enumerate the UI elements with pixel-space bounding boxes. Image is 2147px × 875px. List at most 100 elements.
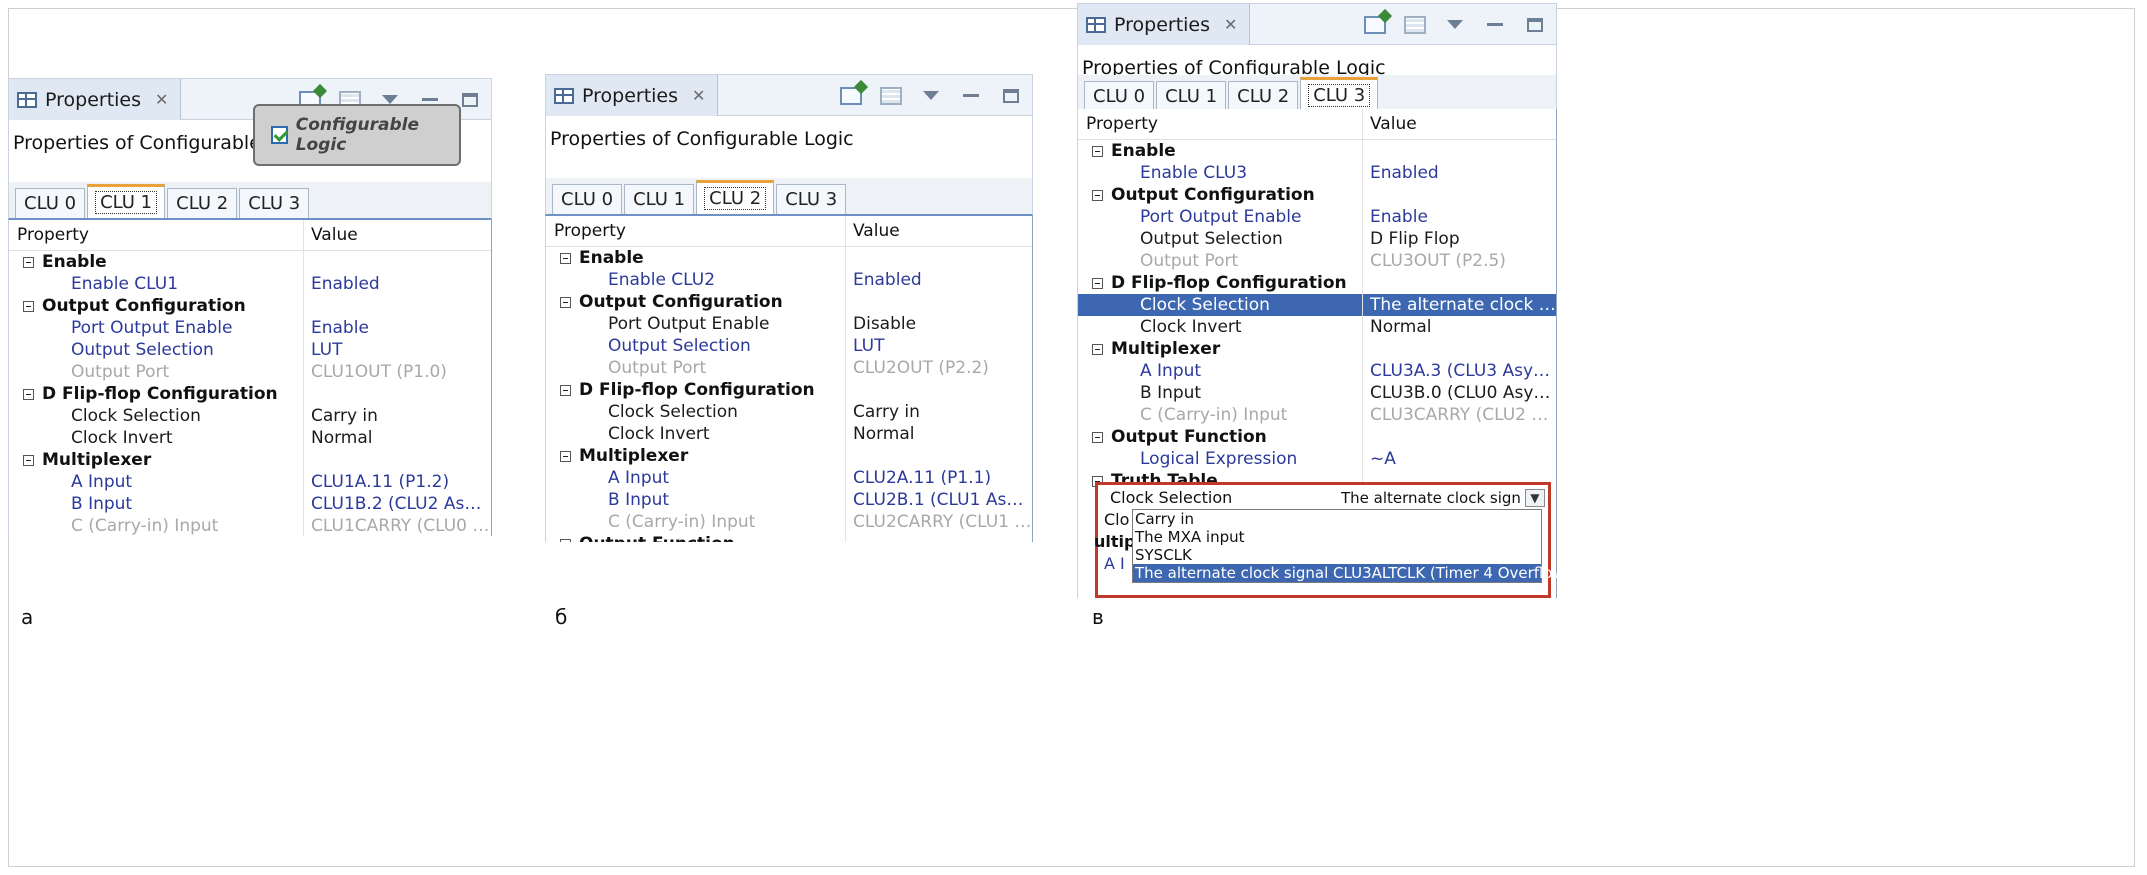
property-category[interactable]: Enable [9, 251, 491, 273]
filter-button[interactable] [1402, 14, 1428, 36]
property-row[interactable]: Port Output Enable Enable [9, 317, 491, 339]
property-value[interactable]: LUT [846, 335, 1032, 357]
property-value[interactable]: CLU1A.11 (P1.2) [304, 471, 491, 493]
property-row[interactable]: Output Port CLU1OUT (P1.0) [9, 361, 491, 383]
property-row[interactable]: Clock Invert Normal [546, 423, 1032, 445]
tab-clu-3[interactable]: CLU 3 [776, 184, 847, 214]
collapse-icon[interactable] [560, 450, 571, 462]
chevron-down-icon[interactable]: ▼ [1524, 489, 1545, 507]
collapse-icon[interactable] [23, 256, 34, 268]
minimize-button[interactable] [958, 85, 984, 107]
view-menu-button[interactable] [1442, 14, 1468, 36]
property-value[interactable]: ~A [1363, 448, 1556, 470]
dropdown-option[interactable]: The MXA input [1133, 528, 1541, 546]
property-value[interactable]: Carry in [846, 401, 1032, 423]
property-category[interactable]: D Flip-flop Configuration [1078, 272, 1556, 294]
collapse-icon[interactable] [23, 300, 34, 312]
collapse-icon[interactable] [560, 296, 571, 308]
property-row[interactable]: A Input CLU2A.11 (P1.1) [546, 467, 1032, 489]
property-row[interactable]: B InputCLU1B.2 (CLU2 Asynchro… [9, 493, 491, 515]
pin-to-selection-button[interactable] [1362, 14, 1388, 36]
collapse-icon[interactable] [560, 538, 571, 542]
tab-clu-2[interactable]: CLU 2 [167, 188, 238, 218]
property-category[interactable]: Multiplexer [1078, 338, 1556, 360]
dropdown-option[interactable]: SYSCLK [1133, 546, 1541, 564]
property-column-header[interactable]: Property [1078, 109, 1363, 139]
close-icon[interactable]: ✕ [692, 86, 705, 105]
property-value[interactable]: CLU1B.2 (CLU2 Asynchro… [304, 493, 491, 515]
collapse-icon[interactable] [23, 388, 34, 400]
properties-view-tab[interactable]: Properties ✕ [546, 75, 719, 116]
maximize-button[interactable] [1522, 14, 1548, 36]
property-value[interactable]: CLU1CARRY (CLU0 LUT … [304, 515, 491, 536]
property-row[interactable]: Port Output Enable Enable [1078, 206, 1556, 228]
tab-clu-3[interactable]: CLU 3 [1300, 77, 1379, 111]
property-value[interactable]: Enabled [846, 269, 1032, 291]
property-row[interactable]: Output Port CLU3OUT (P2.5) [1078, 250, 1556, 272]
property-row[interactable]: Output Selection LUT [546, 335, 1032, 357]
maximize-button[interactable] [998, 85, 1024, 107]
property-category[interactable]: Output Function [546, 533, 1032, 542]
property-category[interactable]: Output Function [1078, 426, 1556, 448]
property-row[interactable]: Output Selection D Flip Flop [1078, 228, 1556, 250]
tab-clu-0[interactable]: CLU 0 [552, 184, 623, 214]
property-row[interactable]: Port Output Enable Disable [546, 313, 1032, 335]
value-column-header[interactable]: Value [1363, 109, 1556, 139]
property-value[interactable]: Normal [1363, 316, 1556, 338]
property-value[interactable]: CLU1OUT (P1.0) [304, 361, 491, 383]
properties-view-tab[interactable]: Properties ✕ [1078, 4, 1251, 45]
property-row[interactable]: Clock Invert Normal [1078, 316, 1556, 338]
value-column-header[interactable]: Value [846, 216, 1032, 246]
pin-to-selection-button[interactable] [838, 85, 864, 107]
view-menu-button[interactable] [918, 85, 944, 107]
property-value[interactable]: Normal [846, 423, 1032, 445]
dropdown-option[interactable]: Carry in [1133, 510, 1541, 528]
property-row[interactable]: Clock SelectionThe alternate clock signa… [1078, 294, 1556, 316]
tab-clu-0[interactable]: CLU 0 [15, 188, 86, 218]
tab-clu-3[interactable]: CLU 3 [239, 188, 310, 218]
property-value[interactable]: Enabled [1363, 162, 1556, 184]
property-category[interactable]: Output Configuration [1078, 184, 1556, 206]
collapse-icon[interactable] [560, 252, 571, 264]
tab-clu-1[interactable]: CLU 1 [87, 184, 166, 218]
property-value[interactable]: CLU2B.1 (CLU1 Asynchro… [846, 489, 1032, 511]
minimize-button[interactable] [1482, 14, 1508, 36]
property-category[interactable]: Output Configuration [9, 295, 491, 317]
collapse-icon[interactable] [1092, 145, 1103, 157]
close-icon[interactable]: ✕ [1224, 15, 1237, 34]
property-category[interactable]: Multiplexer [546, 445, 1032, 467]
property-category[interactable]: D Flip-flop Configuration [546, 379, 1032, 401]
property-value[interactable]: CLU2A.11 (P1.1) [846, 467, 1032, 489]
property-row[interactable]: C (Carry-in) InputCLU3CARRY (CLU2 LUT … [1078, 404, 1556, 426]
property-value[interactable]: Carry in [304, 405, 491, 427]
property-value[interactable]: CLU3A.3 (CLU3 Asynchro… [1363, 360, 1556, 382]
property-column-header[interactable]: Property [9, 220, 304, 250]
property-value[interactable]: Enable [1363, 206, 1556, 228]
property-row[interactable]: A InputCLU3A.3 (CLU3 Asynchro… [1078, 360, 1556, 382]
property-value[interactable]: CLU2CARRY (CLU1 LUT … [846, 511, 1032, 533]
property-row[interactable]: C (Carry-in) InputCLU2CARRY (CLU1 LUT … [546, 511, 1032, 533]
property-value[interactable]: Disable [846, 313, 1032, 335]
collapse-icon[interactable] [1092, 343, 1103, 355]
filter-button[interactable] [878, 85, 904, 107]
property-row[interactable]: B InputCLU3B.0 (CLU0 Asynchro… [1078, 382, 1556, 404]
property-row[interactable]: A Input CLU1A.11 (P1.2) [9, 471, 491, 493]
property-value[interactable]: CLU2OUT (P2.2) [846, 357, 1032, 379]
collapse-icon[interactable] [1092, 189, 1103, 201]
property-value[interactable]: The alternate clock signal… [1363, 294, 1556, 316]
value-column-header[interactable]: Value [304, 220, 491, 250]
property-value[interactable]: CLU3B.0 (CLU0 Asynchro… [1363, 382, 1556, 404]
property-value[interactable]: Normal [304, 427, 491, 449]
property-category[interactable]: D Flip-flop Configuration [9, 383, 491, 405]
property-row[interactable]: Clock Selection Carry in [546, 401, 1032, 423]
property-row[interactable]: Enable CLU1 Enabled [9, 273, 491, 295]
collapse-icon[interactable] [23, 454, 34, 466]
property-category[interactable]: Multiplexer [9, 449, 491, 471]
dropdown-option-selected[interactable]: The alternate clock signal CLU3ALTCLK (T… [1133, 564, 1571, 582]
property-category[interactable]: Enable [1078, 140, 1556, 162]
property-value[interactable]: Enable [304, 317, 491, 339]
tab-clu-2[interactable]: CLU 2 [1228, 81, 1299, 111]
property-row[interactable]: Clock Invert Normal [9, 427, 491, 449]
collapse-icon[interactable] [1092, 277, 1103, 289]
property-row[interactable]: C (Carry-in) InputCLU1CARRY (CLU0 LUT … [9, 515, 491, 536]
